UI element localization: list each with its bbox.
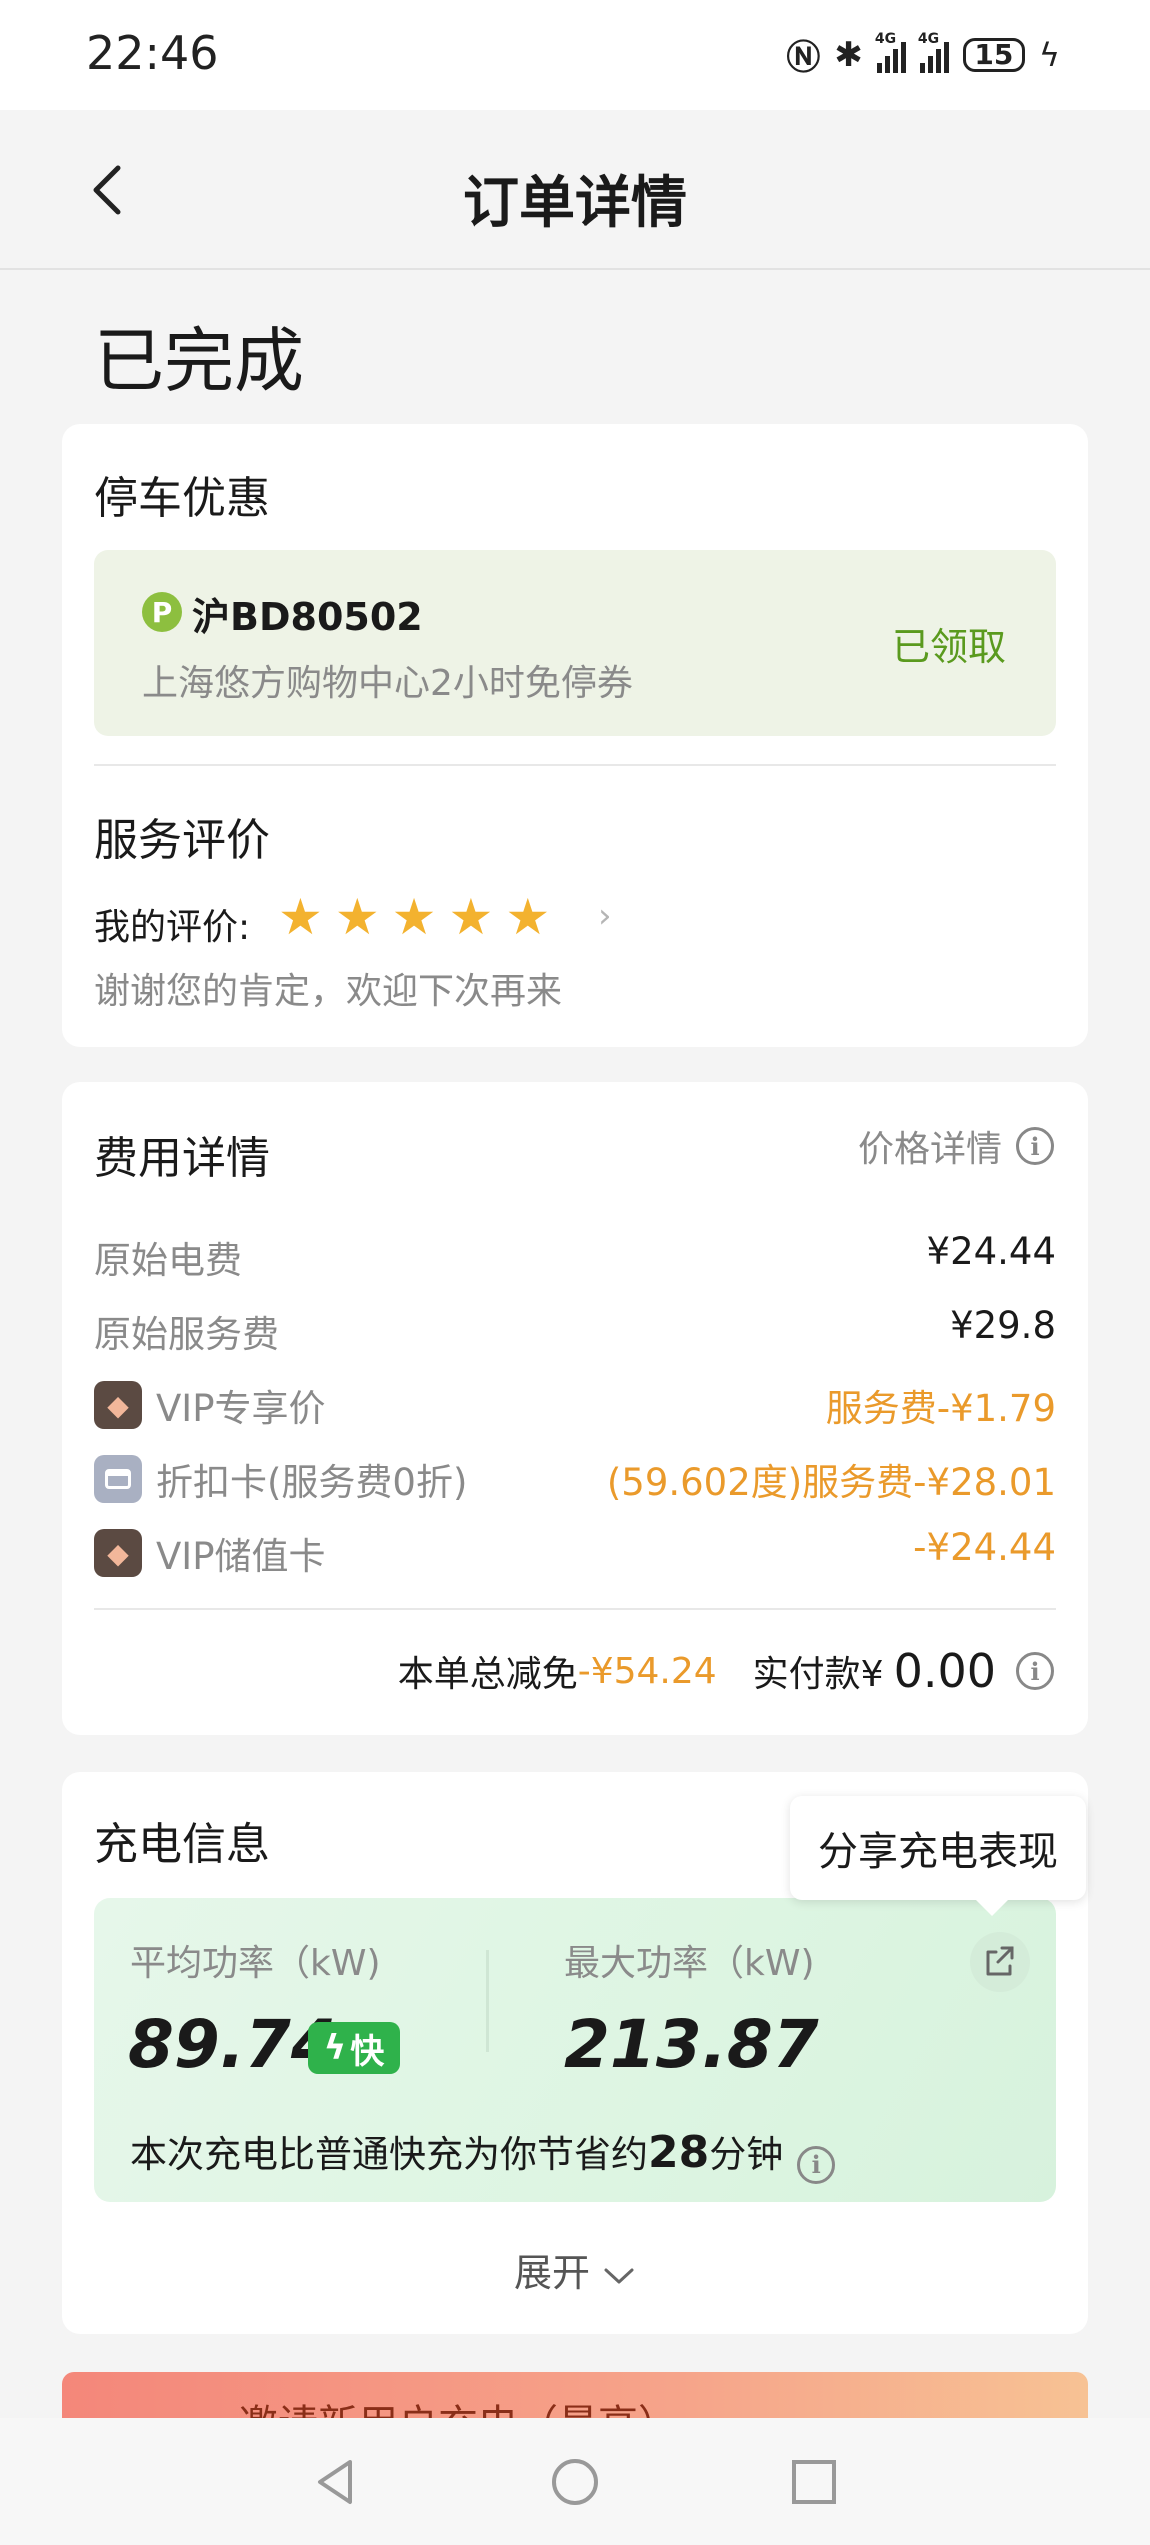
rating-stars[interactable]: ★ ★ ★ ★ ★ (278, 892, 550, 942)
status-icons: Ⓝ ✱ 4G 4G 15 ϟ (786, 30, 1060, 79)
price-detail-link[interactable]: 价格详情 i (858, 1120, 1054, 1172)
back-triangle-icon[interactable] (310, 2456, 362, 2508)
parking-review-card: 停车优惠 P 沪BD80502 上海悠方购物中心2小时免停券 已领取 服务评价 … (62, 424, 1088, 1047)
signal-4g-icon: 4G (875, 31, 906, 73)
discount-card-icon (94, 1455, 142, 1503)
parking-icon: P (142, 592, 182, 632)
navigation-bar: 订单详情 (0, 110, 1150, 270)
fee-label: 原始服务费 (94, 1313, 279, 1356)
recents-square-icon[interactable] (788, 2456, 840, 2508)
fee-value: -¥24.44 (913, 1526, 1056, 1569)
my-rating-label: 我的评价: (94, 907, 251, 948)
bluetooth-icon: ✱ (834, 34, 863, 75)
fee-row: ◆ VIP专享价 服务费-¥1.79 (94, 1372, 1056, 1430)
fee-label: VIP专享价 (156, 1387, 326, 1430)
max-power-label: 最大功率（kW) (564, 1943, 815, 1984)
fee-label: 折扣卡(服务费0折) (156, 1461, 468, 1504)
charging-metrics-panel: 平均功率（kW) 89.74 ϟ 快 最大功率（kW) 213.87 本次充电比… (94, 1898, 1056, 2202)
charging-section-title: 充电信息 (94, 1819, 270, 1870)
info-icon: i (1016, 1127, 1054, 1165)
time-saving-note: 本次充电比普通快充为你节省约 28 分钟 i (130, 2124, 836, 2184)
order-status: 已完成 (94, 320, 304, 402)
home-circle-icon[interactable] (549, 2456, 601, 2508)
chevron-down-icon (604, 2268, 634, 2283)
fee-value: ¥24.44 (926, 1230, 1056, 1273)
fast-label: 快 (350, 2031, 385, 2072)
expand-label: 展开 (513, 2251, 590, 2295)
info-icon[interactable]: i (797, 2145, 836, 2184)
fee-label: VIP储值卡 (156, 1535, 326, 1578)
coupon-status: 已领取 (891, 625, 1006, 669)
divider (94, 764, 1056, 766)
system-navigation-bar (0, 2418, 1150, 2545)
share-icon (986, 1946, 1014, 1976)
parking-coupon[interactable]: P 沪BD80502 上海悠方购物中心2小时免停券 已领取 (94, 550, 1056, 736)
total-summary: 本单总减免 -¥54.24 实付款¥ 0.00 i (398, 1644, 1054, 1698)
avg-power-value: 89.74 (128, 2006, 337, 2083)
status-time: 22:46 (86, 26, 219, 80)
total-discount-value: -¥54.24 (577, 1650, 717, 1692)
fee-details-card: 费用详情 价格详情 i 原始电费 ¥24.44 原始服务费 ¥29.8 ◆ VI… (62, 1082, 1088, 1735)
review-comment: 谢谢您的肯定，欢迎下次再来 (94, 971, 563, 1012)
paid-amount: 0.00 (893, 1644, 996, 1698)
fee-row: ◆ VIP储值卡 -¥24.44 (94, 1520, 1056, 1578)
chevron-right-icon[interactable]: › (598, 896, 612, 936)
review-section-title: 服务评价 (94, 815, 270, 866)
avg-power-label: 平均功率（kW) (130, 1943, 381, 1984)
share-button[interactable] (970, 1932, 1030, 1992)
nfc-icon: Ⓝ (786, 38, 821, 78)
charging-icon: ϟ (1038, 35, 1060, 74)
star-icon: ★ (334, 888, 380, 946)
signal-4g-icon: 4G (918, 31, 949, 73)
star-icon: ★ (448, 888, 494, 946)
fee-value: 服务费-¥1.79 (825, 1387, 1056, 1430)
saving-prefix: 本次充电比普通快充为你节省约 (130, 2133, 648, 2176)
lightning-icon: ϟ (323, 2028, 347, 2068)
fee-row: 原始电费 ¥24.44 (94, 1224, 1056, 1282)
fast-charge-badge: ϟ 快 (308, 2022, 400, 2074)
price-detail-label: 价格详情 (857, 1129, 1002, 1170)
paid-label: 实付款¥ (752, 1654, 884, 1695)
vip-diamond-icon: ◆ (94, 1381, 142, 1429)
share-tooltip[interactable]: 分享充电表现 (790, 1796, 1086, 1916)
total-discount-label: 本单总减免 (397, 1654, 578, 1695)
saving-minutes: 28 (648, 2127, 710, 2178)
coupon-description: 上海悠方购物中心2小时免停券 (142, 663, 633, 704)
fee-row: 原始服务费 ¥29.8 (94, 1298, 1056, 1356)
battery-icon: 15 (962, 37, 1025, 72)
info-icon[interactable]: i (1016, 1652, 1054, 1690)
star-icon: ★ (278, 888, 323, 946)
star-icon: ★ (391, 888, 437, 946)
page-title: 订单详情 (463, 171, 687, 236)
divider (486, 1950, 489, 2052)
fee-value: ¥29.8 (950, 1304, 1056, 1347)
status-bar: 22:46 Ⓝ ✱ 4G 4G 15 ϟ (0, 0, 1150, 110)
fee-value: (59.602度)服务费-¥28.01 (606, 1461, 1056, 1504)
expand-button[interactable]: 展开 (62, 2242, 1088, 2297)
saving-suffix: 分钟 (709, 2133, 784, 2176)
parking-section-title: 停车优惠 (94, 473, 270, 524)
vip-diamond-icon: ◆ (94, 1529, 142, 1577)
divider (94, 1608, 1056, 1610)
star-icon: ★ (505, 888, 551, 946)
fee-row: 折扣卡(服务费0折) (59.602度)服务费-¥28.01 (94, 1446, 1056, 1504)
license-plate: 沪BD80502 (192, 595, 423, 639)
max-power-value: 213.87 (564, 2006, 819, 2083)
fee-label: 原始电费 (94, 1239, 242, 1282)
fee-section-title: 费用详情 (94, 1133, 270, 1184)
